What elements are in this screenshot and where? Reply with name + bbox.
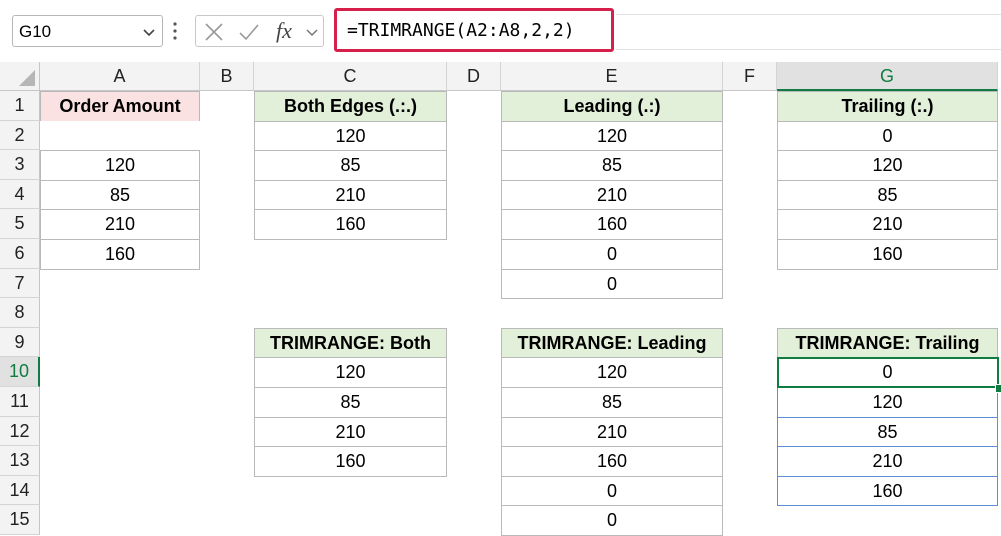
formula-text: =TRIMRANGE(A2:A8,2,2)	[347, 20, 575, 41]
table-cell[interactable]: 120	[777, 150, 998, 181]
cancel-icon[interactable]	[203, 21, 225, 43]
chevron-down-icon[interactable]	[305, 25, 319, 39]
chevron-down-icon[interactable]	[142, 25, 156, 39]
formula-input[interactable]: =TRIMRANGE(A2:A8,2,2)	[334, 8, 614, 52]
table-cell[interactable]: 160	[777, 475, 998, 507]
table-cell[interactable]: 0	[501, 239, 723, 270]
row-header-6[interactable]: 6	[0, 239, 40, 269]
row-header-1[interactable]: 1	[0, 91, 40, 121]
table-cell[interactable]: 210	[254, 416, 447, 448]
name-box-value: G10	[19, 22, 52, 41]
table-cell[interactable]	[40, 120, 200, 152]
select-all-corner[interactable]	[0, 62, 40, 91]
table-header-trimrange-trailing[interactable]: TRIMRANGE: Trailing	[777, 327, 998, 359]
formula-input-extension[interactable]	[616, 14, 1001, 50]
row-header-12[interactable]: 12	[0, 416, 40, 447]
row-header-14[interactable]: 14	[0, 475, 40, 506]
table-cell[interactable]: 160	[501, 446, 723, 477]
table-cell[interactable]: 160	[40, 239, 200, 270]
table-cell[interactable]: 160	[501, 209, 723, 240]
row-header-3[interactable]: 3	[0, 150, 40, 180]
table-cell[interactable]: 160	[777, 239, 998, 270]
spreadsheet-grid: A B C D E F G 1 2 3 4 5 6 7 8 9 10 11 12 13 14 15 Order Amount…	[0, 62, 1001, 536]
column-header-g[interactable]: G	[777, 62, 998, 91]
table-header-trimrange-leading[interactable]: TRIMRANGE: Leading	[501, 327, 723, 359]
table-cell[interactable]: 210	[501, 416, 723, 448]
more-options-icon[interactable]	[172, 20, 178, 42]
table-cell[interactable]: 85	[254, 150, 447, 181]
table-cell[interactable]: 85	[777, 179, 998, 211]
row-header-4[interactable]: 4	[0, 179, 40, 210]
table-cell[interactable]: 210	[40, 209, 200, 240]
table-cell[interactable]: 85	[777, 416, 998, 448]
table-cell[interactable]: 160	[254, 209, 447, 240]
table-header-order-amount[interactable]: Order Amount	[40, 91, 200, 122]
table-cell[interactable]: 120	[501, 120, 723, 152]
table-cell[interactable]: 0	[501, 475, 723, 507]
table-cell[interactable]: 120	[777, 387, 998, 418]
column-header-f[interactable]: F	[723, 62, 777, 91]
row-header-9[interactable]: 9	[0, 327, 40, 358]
table-cell[interactable]: 120	[254, 357, 447, 388]
table-header-trailing[interactable]: Trailing (:.)	[777, 91, 998, 122]
row-header-13[interactable]: 13	[0, 446, 40, 476]
confirm-check-icon[interactable]	[238, 21, 260, 43]
column-header-e[interactable]: E	[501, 62, 723, 91]
table-cell[interactable]: 210	[777, 446, 998, 477]
table-cell[interactable]: 85	[501, 150, 723, 181]
table-cell[interactable]: 160	[254, 446, 447, 477]
table-cell[interactable]: 210	[777, 209, 998, 240]
column-header-b[interactable]: B	[200, 62, 254, 91]
fill-handle[interactable]	[995, 384, 1001, 393]
row-header-11[interactable]: 11	[0, 387, 40, 417]
formula-buttons: fx	[195, 15, 324, 47]
table-cell[interactable]: 85	[40, 179, 200, 211]
table-cell[interactable]: 0	[777, 120, 998, 152]
table-header-leading[interactable]: Leading (.:)	[501, 91, 723, 122]
table-header-trimrange-both[interactable]: TRIMRANGE: Both	[254, 327, 447, 359]
insert-function-icon[interactable]: fx	[276, 18, 292, 44]
table-cell[interactable]: 120	[501, 357, 723, 388]
table-cell[interactable]: 85	[501, 387, 723, 418]
table-cell[interactable]: 0	[501, 268, 723, 300]
row-header-7[interactable]: 7	[0, 268, 40, 299]
active-cell-selection	[777, 357, 999, 388]
table-cell[interactable]: 0	[501, 505, 723, 536]
table-cell[interactable]: 120	[254, 120, 447, 152]
row-header-15[interactable]: 15	[0, 505, 40, 535]
table-cell[interactable]: 210	[254, 179, 447, 211]
table-cell[interactable]: 120	[40, 150, 200, 181]
row-header-8[interactable]: 8	[0, 298, 40, 328]
table-cell[interactable]: 210	[501, 179, 723, 211]
row-header-2[interactable]: 2	[0, 120, 40, 151]
column-header-a[interactable]: A	[40, 62, 200, 91]
row-header-5[interactable]: 5	[0, 209, 40, 239]
column-header-d[interactable]: D	[447, 62, 501, 91]
formula-bar-area: G10 fx =TRIMRANGE(A2:A8,2,2)	[0, 0, 1001, 62]
table-header-both-edges[interactable]: Both Edges (.:.)	[254, 91, 447, 122]
row-header-10[interactable]: 10	[0, 357, 40, 387]
table-cell[interactable]: 85	[254, 387, 447, 418]
name-box[interactable]: G10	[12, 15, 163, 47]
column-header-c[interactable]: C	[254, 62, 447, 91]
